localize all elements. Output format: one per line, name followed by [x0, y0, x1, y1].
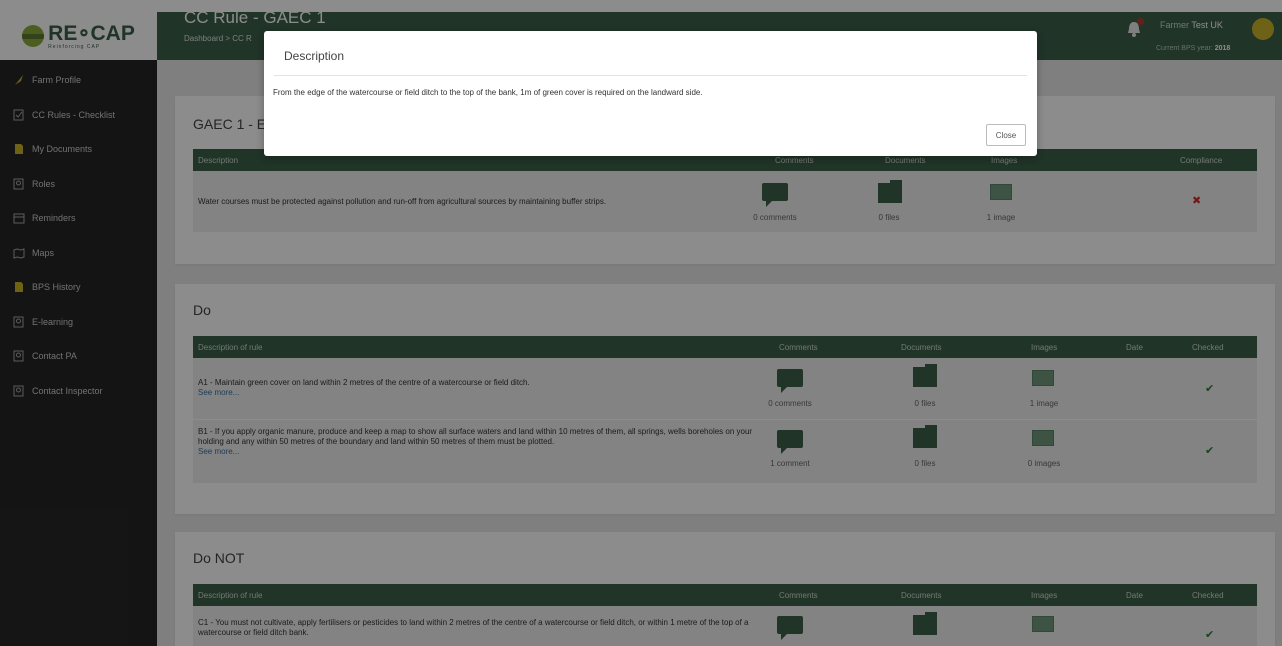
description-modal: Description From the edge of the waterco…	[264, 31, 1037, 156]
close-button[interactable]: Close	[986, 124, 1026, 146]
modal-divider	[274, 75, 1027, 76]
modal-title: Description	[284, 49, 345, 63]
modal-body: From the edge of the watercourse or fiel…	[273, 88, 703, 97]
